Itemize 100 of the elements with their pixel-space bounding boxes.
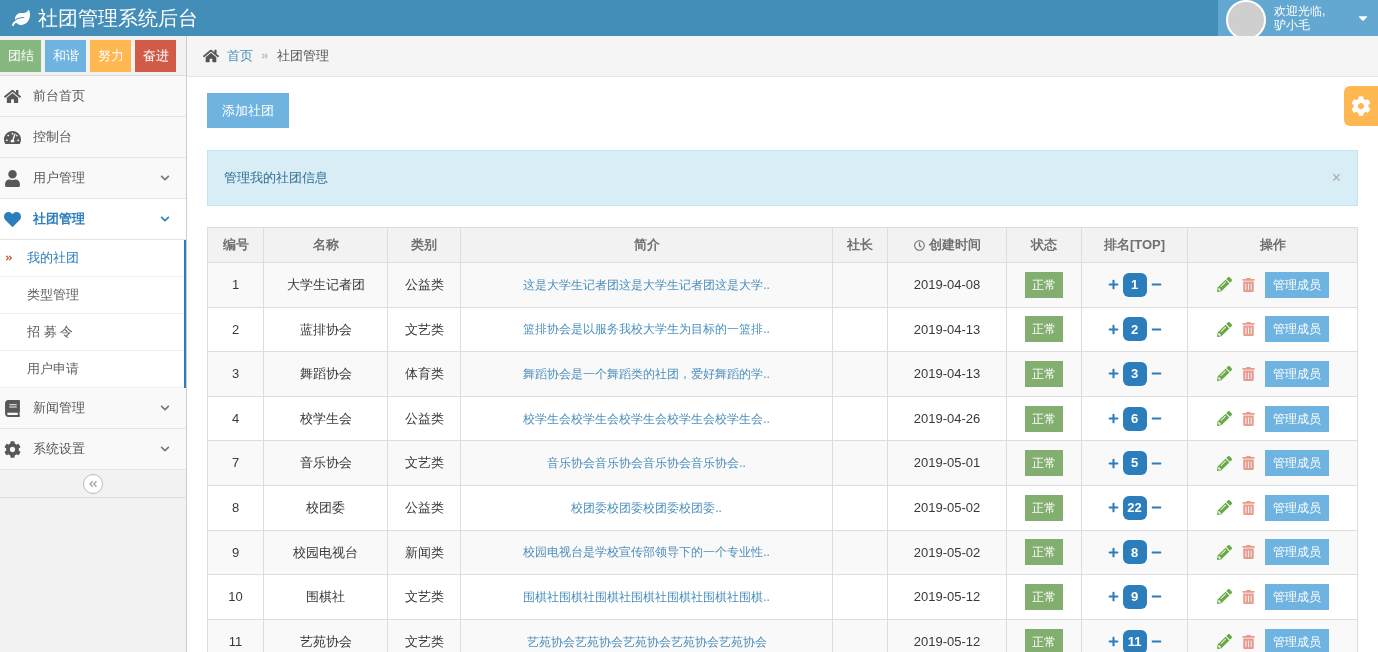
edit-icon[interactable] — [1216, 411, 1232, 427]
nav-item[interactable]: 控制台 — [0, 117, 186, 158]
manage-members-button[interactable]: 管理成员 — [1264, 361, 1329, 387]
delete-icon[interactable] — [1241, 456, 1255, 471]
delete-icon[interactable] — [1241, 589, 1255, 604]
submenu-item[interactable]: 招 募 令 — [0, 314, 184, 351]
user-menu[interactable]: 欢迎光临, 驴小毛 — [1218, 0, 1378, 36]
rank-badge: 2 — [1122, 317, 1147, 342]
table-cell: 公益类 — [388, 396, 461, 441]
plus-icon[interactable] — [1107, 591, 1119, 603]
intro-link[interactable]: 艺苑协会艺苑协会艺苑协会艺苑协会艺苑协会 — [526, 632, 767, 651]
nav-item[interactable]: 新闻管理 — [0, 388, 186, 429]
collapse-button[interactable] — [83, 473, 103, 494]
dashboard-icon — [4, 128, 21, 146]
intro-link[interactable]: 围棋社围棋社围棋社围棋社围棋社围棋社围棋.. — [523, 587, 770, 606]
delete-icon[interactable] — [1241, 411, 1255, 426]
edit-icon[interactable] — [1216, 455, 1232, 471]
nav-item[interactable]: 系统设置 — [0, 429, 186, 470]
nav-item[interactable]: 前台首页 — [0, 76, 186, 117]
table-cell: 7 — [208, 441, 264, 485]
rank-badge: 8 — [1122, 540, 1147, 565]
nav-item[interactable]: 用户管理 — [0, 158, 186, 199]
column-header: 编号 — [208, 228, 264, 262]
delete-icon[interactable] — [1241, 545, 1255, 560]
table-cell: 音乐协会 — [264, 441, 388, 485]
edit-icon[interactable] — [1216, 634, 1232, 650]
manage-members-button[interactable]: 管理成员 — [1264, 450, 1329, 477]
home-icon — [4, 87, 21, 105]
table-cell: 3 — [208, 352, 264, 396]
heart-icon — [4, 210, 21, 228]
edit-icon[interactable] — [1216, 277, 1232, 293]
close-button[interactable]: × — [1331, 166, 1341, 190]
delete-icon[interactable] — [1241, 367, 1255, 381]
manage-members-button[interactable]: 管理成员 — [1264, 271, 1329, 298]
column-header: 简介 — [461, 228, 833, 262]
manage-members-button[interactable]: 管理成员 — [1264, 405, 1329, 432]
table-cell: 文艺类 — [388, 441, 461, 485]
add-club-button[interactable]: 添加社团 — [207, 93, 289, 128]
home-icon — [203, 48, 219, 64]
shortcut-button[interactable]: 和谐 — [45, 39, 86, 72]
nav-item[interactable]: 社团管理 — [0, 199, 186, 240]
table-cell: 围棋社 — [264, 575, 388, 619]
submenu-item[interactable]: 我的社团 — [0, 240, 184, 277]
intro-link[interactable]: 校学生会校学生会校学生会校学生会校学生会.. — [523, 409, 770, 428]
shortcut-button[interactable]: 团结 — [0, 39, 41, 72]
plus-icon[interactable] — [1107, 413, 1119, 425]
plus-icon[interactable] — [1107, 636, 1119, 648]
delete-icon[interactable] — [1241, 322, 1255, 337]
plus-icon[interactable] — [1107, 279, 1119, 291]
clock-icon — [913, 239, 925, 251]
shortcut-button[interactable]: 奋进 — [135, 39, 176, 72]
manage-members-button[interactable]: 管理成员 — [1264, 583, 1329, 610]
rank-badge: 11 — [1122, 629, 1147, 652]
welcome-text: 欢迎光临, — [1274, 4, 1326, 18]
breadcrumb-item[interactable]: 首页 — [227, 46, 253, 66]
edit-icon[interactable] — [1216, 500, 1232, 516]
user-name: 驴小毛 — [1274, 18, 1311, 32]
intro-link[interactable]: 舞蹈协会是一个舞蹈类的社团，爱好舞蹈的学.. — [523, 365, 770, 383]
intro-link[interactable]: 篮排协会是以服务我校大学生为目标的一篮排.. — [523, 320, 770, 339]
submenu-item[interactable]: 类型管理 — [0, 277, 184, 314]
table-cell: 2019-05-02 — [888, 485, 1007, 530]
table-cell: 11 — [208, 619, 264, 652]
table-cell: 2 — [208, 307, 264, 352]
double-left-arrow-icon — [88, 478, 98, 489]
table-cell: 2019-05-01 — [888, 441, 1007, 485]
plus-icon[interactable] — [1107, 368, 1119, 380]
status-badge: 正常 — [1025, 405, 1063, 432]
alert-text: 管理我的社团信息 — [224, 169, 328, 188]
plus-icon[interactable] — [1107, 546, 1119, 558]
settings-icon — [4, 440, 21, 458]
manage-members-button[interactable]: 管理成员 — [1264, 539, 1329, 566]
intro-link[interactable]: 这是大学生记者团这是大学生记者团这是大学.. — [523, 275, 770, 294]
intro-link[interactable]: 校团委校团委校团委校团委.. — [571, 498, 722, 517]
table-cell: 文艺类 — [388, 619, 461, 652]
manage-members-button[interactable]: 管理成员 — [1264, 494, 1329, 521]
delete-icon[interactable] — [1241, 277, 1255, 292]
column-header: 创建时间 — [888, 228, 1007, 262]
delete-icon[interactable] — [1241, 500, 1255, 515]
status-badge: 正常 — [1025, 494, 1063, 521]
edit-icon[interactable] — [1216, 366, 1232, 382]
plus-icon[interactable] — [1107, 502, 1119, 514]
edit-icon[interactable] — [1216, 589, 1232, 605]
plus-icon[interactable] — [1107, 457, 1119, 469]
manage-members-button[interactable]: 管理成员 — [1264, 316, 1329, 343]
rank-badge: 9 — [1122, 584, 1147, 609]
rank-badge: 5 — [1122, 451, 1147, 476]
plus-icon[interactable] — [1107, 323, 1119, 335]
status-badge: 正常 — [1025, 450, 1063, 477]
intro-link[interactable]: 音乐协会音乐协会音乐协会音乐协会.. — [547, 454, 746, 473]
manage-members-button[interactable]: 管理成员 — [1264, 628, 1329, 652]
rank-badge: 6 — [1122, 406, 1147, 431]
app-title: 社团管理系统后台 — [38, 6, 198, 31]
edit-icon[interactable] — [1216, 544, 1232, 560]
book-icon — [4, 399, 21, 417]
intro-link[interactable]: 校园电视台是学校宣传部领导下的一个专业性.. — [523, 543, 770, 562]
edit-icon[interactable] — [1216, 321, 1232, 337]
table-cell: 公益类 — [388, 263, 461, 307]
delete-icon[interactable] — [1241, 634, 1255, 649]
settings-button[interactable] — [1344, 86, 1378, 126]
table-cell: 2019-05-12 — [888, 575, 1007, 619]
